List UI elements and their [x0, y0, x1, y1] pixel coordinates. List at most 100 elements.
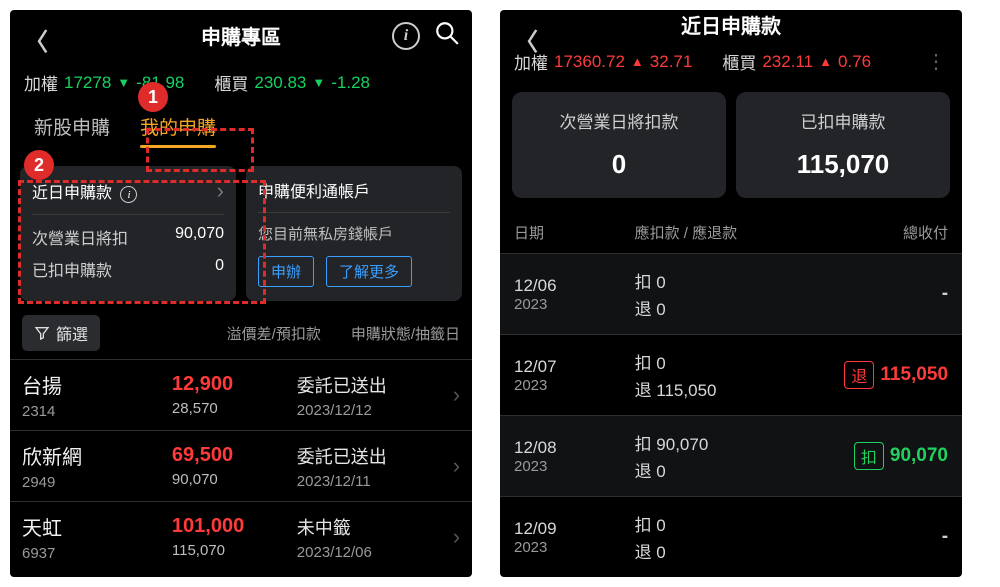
kv-value: 90,070 [175, 225, 224, 249]
down-triangle-icon: ▼ [312, 75, 325, 90]
deduct-amount: 扣 0 [635, 268, 804, 293]
refund-amount: 退 0 [635, 457, 804, 482]
status-text: 委託已送出 [297, 372, 447, 398]
apply-button[interactable]: 申辦 [258, 256, 314, 287]
premium-diff: 12,900 [172, 373, 297, 396]
total-amount: 90,070 [890, 445, 948, 467]
col-total: 總收付 [803, 222, 948, 243]
ticker-value-2: 232.11 [762, 52, 813, 72]
date-year: 2023 [514, 458, 635, 475]
ticker-bar: 加權 17360.72 ▲ 32.71 櫃買 232.11 ▲ 0.76 ⋮ [500, 39, 962, 84]
kv-row: 次營業日將扣 90,070 [32, 225, 224, 249]
filter-row: 篩選 溢價差/預扣款 申購狀態/抽籤日 [10, 301, 472, 359]
tab-my-ipo[interactable]: 我的申購 [140, 113, 216, 146]
kv-key: 次營業日將扣 [32, 225, 128, 249]
prepaid-amount: 90,070 [172, 471, 297, 488]
ticker-change-2: 0.76 [838, 52, 871, 72]
summary-cards: 次營業日將扣款 0 已扣申購款 115,070 [500, 84, 962, 212]
total-amount: 115,050 [880, 364, 948, 386]
right-screen: 〈 近日申購款 加權 17360.72 ▲ 32.71 櫃買 232.11 ▲ … [500, 10, 962, 577]
deducted-card: 已扣申購款 115,070 [736, 92, 950, 198]
payment-row: 12/072023扣 0退 115,050退115,050 [500, 334, 962, 415]
ticker-bar: 加權 17278 ▼ -81.98 櫃買 230.83 ▼ -1.28 [10, 60, 472, 105]
filter-label: 篩選 [56, 321, 88, 345]
card-header: 申購便利通帳戶 [258, 178, 450, 213]
ticker-value-1: 17360.72 [554, 52, 625, 72]
column-header-1: 溢價差/預扣款 [227, 323, 321, 344]
convenience-account-card: 申購便利通帳戶 您目前無私房錢帳戶 申辦 了解更多 [246, 166, 462, 301]
refund-tag: 退 [844, 361, 874, 389]
header: 〈 近日申購款 [500, 10, 962, 39]
up-triangle-icon: ▲ [631, 54, 644, 69]
page-title: 近日申購款 [681, 10, 781, 39]
left-screen: 〈 申購專區 i 加權 17278 ▼ -81.98 櫃買 230.83 ▼ -… [10, 10, 472, 577]
card-label: 次營業日將扣款 [518, 108, 720, 133]
prepaid-amount: 28,570 [172, 400, 297, 417]
ticker-label-2: 櫃買 [722, 49, 756, 74]
deduct-amount: 扣 0 [635, 511, 804, 536]
filter-button[interactable]: 篩選 [22, 315, 100, 351]
draw-date: 2023/12/11 [297, 473, 447, 490]
back-icon[interactable]: 〈 [514, 22, 538, 57]
draw-date: 2023/12/06 [297, 544, 447, 561]
deduct-amount: 扣 0 [635, 349, 804, 374]
date-md: 12/06 [514, 276, 635, 296]
chevron-right-icon: › [217, 178, 224, 204]
deduct-tag: 扣 [854, 442, 884, 470]
refund-amount: 退 115,050 [635, 376, 804, 401]
stock-list: 台揚231412,90028,570委託已送出2023/12/12›欣新網294… [10, 359, 472, 572]
payment-table: 12/062023扣 0退 0-12/072023扣 0退 115,050退11… [500, 253, 962, 577]
ticker-label-1: 加權 [24, 70, 58, 95]
card-buttons: 申辦 了解更多 [258, 256, 450, 287]
kv-key: 已扣申購款 [32, 257, 112, 281]
kv-row: 已扣申購款 0 [32, 257, 224, 281]
total-amount: - [942, 526, 948, 548]
info-icon[interactable]: i [120, 186, 137, 203]
kv-value: 0 [215, 257, 224, 281]
stock-row[interactable]: 台揚231412,90028,570委託已送出2023/12/12› [10, 359, 472, 430]
date-md: 12/09 [514, 519, 635, 539]
column-header-2: 申購狀態/抽籤日 [351, 323, 460, 344]
learn-more-button[interactable]: 了解更多 [326, 256, 412, 287]
refund-amount: 退 0 [635, 538, 804, 563]
page-title: 申購專區 [201, 21, 281, 50]
recent-payment-card[interactable]: 近日申購款 i › 次營業日將扣 90,070 已扣申購款 0 [20, 166, 236, 301]
status-text: 未中籤 [297, 514, 447, 540]
stock-name: 天虹 [22, 512, 172, 541]
more-icon[interactable]: ⋮ [920, 49, 948, 74]
tab-new-ipo[interactable]: 新股申購 [34, 113, 110, 146]
header-actions: i [392, 20, 460, 52]
chevron-right-icon: › [447, 524, 460, 550]
payment-row: 12/092023扣 0退 0 - [500, 496, 962, 577]
date-md: 12/07 [514, 357, 635, 377]
card-title: 申購便利通帳戶 [258, 178, 370, 202]
stock-name: 欣新網 [22, 441, 172, 470]
date-md: 12/08 [514, 438, 635, 458]
card-value: 115,070 [742, 149, 944, 180]
deduct-amount: 扣 90,070 [635, 430, 804, 455]
stock-row[interactable]: 天虹6937101,000115,070未中籤2023/12/06› [10, 501, 472, 572]
col-date: 日期 [514, 222, 635, 243]
annotation-badge-1: 1 [138, 82, 168, 112]
card-value: 0 [518, 149, 720, 180]
down-triangle-icon: ▼ [117, 75, 130, 90]
funnel-icon [34, 325, 50, 341]
stock-code: 2949 [22, 474, 172, 491]
payment-row: 12/062023扣 0退 0- [500, 253, 962, 334]
refund-amount: 退 0 [635, 295, 804, 320]
chevron-right-icon: › [447, 382, 460, 408]
next-deduct-card: 次營業日將扣款 0 [512, 92, 726, 198]
date-year: 2023 [514, 296, 635, 313]
chevron-right-icon: › [447, 453, 460, 479]
search-icon[interactable] [434, 20, 460, 52]
prepaid-amount: 115,070 [172, 542, 297, 559]
summary-cards: 近日申購款 i › 次營業日將扣 90,070 已扣申購款 0 申購便利通帳戶 … [10, 166, 472, 301]
ticker-value-2: 230.83 [254, 73, 306, 93]
info-icon[interactable]: i [392, 22, 420, 50]
stock-code: 6937 [22, 545, 172, 562]
back-icon[interactable]: 〈 [24, 22, 48, 57]
ticker-label-2: 櫃買 [214, 70, 248, 95]
stock-row[interactable]: 欣新網294969,50090,070委託已送出2023/12/11› [10, 430, 472, 501]
date-year: 2023 [514, 539, 635, 556]
ticker-change-2: -1.28 [331, 73, 370, 93]
